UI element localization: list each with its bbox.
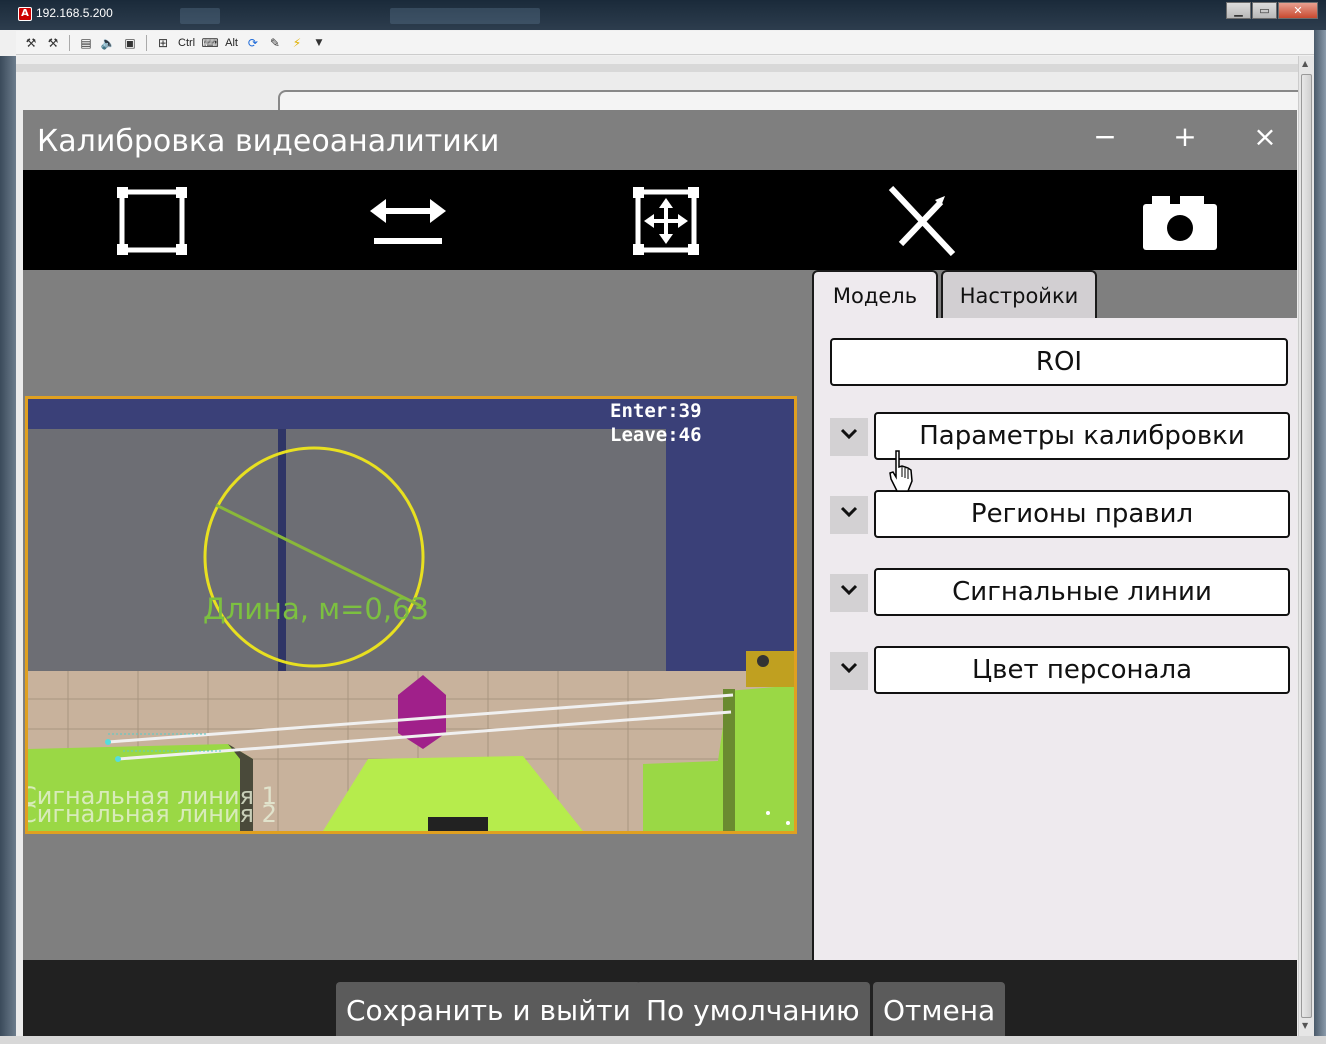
minimize-window-button[interactable]: ▁	[1226, 2, 1251, 19]
hand-cursor-icon	[889, 450, 913, 492]
maximize-window-button[interactable]: ▭	[1252, 2, 1277, 19]
app-icon: A	[18, 7, 32, 21]
scrollbar-thumb[interactable]	[1301, 74, 1312, 1018]
expand-staff-color-button[interactable]	[830, 652, 868, 690]
video-area: Длина, м=0,63 Enter:39 Leave:46 Сигнальн…	[23, 270, 810, 960]
vertical-scrollbar[interactable]: ▲ ▼	[1298, 56, 1314, 1036]
measure-label: Длина, м=0,63	[203, 592, 429, 626]
window-buttons: ▁ ▭ ✕	[1225, 2, 1318, 19]
desktop-background-right	[1314, 30, 1326, 1044]
rectangle-icon	[117, 187, 187, 255]
close-window-button[interactable]: ✕	[1278, 2, 1318, 19]
save-and-exit-button[interactable]: Сохранить и выйти	[336, 982, 641, 1036]
line-tool-button[interactable]	[368, 186, 448, 256]
unplug-icon[interactable]: ⚒	[44, 34, 62, 52]
background-taskbar-item	[180, 8, 220, 24]
move-icon	[633, 187, 699, 255]
calibration-dialog: Калибровка видеоаналитики − + × Длина, м…	[23, 110, 1297, 1036]
chevron-down-icon	[840, 428, 858, 440]
refresh-icon[interactable]: ⟳	[244, 34, 262, 52]
leave-counter: Leave:46	[610, 424, 702, 446]
background-taskbar-item	[390, 8, 540, 24]
staff-color-button[interactable]: Цвет персонала	[874, 646, 1290, 694]
chevron-down-icon	[840, 662, 858, 674]
side-panel: Модель Настройки ROI Параметры калибровк…	[810, 270, 1297, 960]
ctrl-key-button[interactable]: Ctrl	[176, 37, 197, 49]
expand-calibration-button[interactable]	[830, 418, 868, 456]
rule-regions-button[interactable]: Регионы правил	[874, 490, 1290, 538]
rectangle-tool-button[interactable]	[112, 186, 192, 256]
plug-icon[interactable]: ⚒	[22, 34, 40, 52]
lightning-icon[interactable]: ⚡	[288, 34, 306, 52]
expand-rule-regions-button[interactable]	[830, 496, 868, 534]
dialog-close-button[interactable]: ×	[1245, 120, 1285, 153]
document-icon[interactable]: ▤	[77, 34, 95, 52]
cross-delete-icon	[888, 185, 956, 257]
expand-signal-lines-button[interactable]	[830, 574, 868, 612]
chevron-down-icon	[840, 506, 858, 518]
enter-counter: Enter:39	[610, 400, 702, 422]
toolbar-divider	[146, 34, 147, 51]
default-button[interactable]: По умолчанию	[636, 982, 870, 1036]
scroll-up-icon[interactable]: ▲	[1302, 59, 1308, 68]
tab-model[interactable]: Модель	[812, 270, 938, 320]
camera-scene: Длина, м=0,63 Enter:39 Leave:46 Сигнальн…	[28, 399, 794, 831]
remote-window-titlebar: A 192.168.5.200 ▁ ▭ ✕	[0, 0, 1326, 30]
fit-screen-icon[interactable]: ⊞	[154, 34, 172, 52]
snapshot-tool-button[interactable]	[1140, 186, 1220, 256]
monitor-icon[interactable]: ▣	[121, 34, 139, 52]
dialog-maximize-button[interactable]: +	[1165, 120, 1205, 153]
remote-toolbar: ⚒ ⚒ ▤ 🔈 ▣ ⊞ Ctrl ⌨ Alt ⟳ ✎ ⚡ ▼	[16, 31, 1314, 55]
remote-window-title: 192.168.5.200	[36, 6, 113, 20]
pen-icon[interactable]: ✎	[266, 34, 284, 52]
dropdown-arrow-icon[interactable]: ▼	[310, 34, 328, 52]
line-arrows-icon	[370, 199, 446, 244]
roi-button[interactable]: ROI	[830, 338, 1288, 386]
chevron-down-icon	[840, 584, 858, 596]
drawing-toolbar	[23, 170, 1297, 270]
desktop-background-left	[0, 56, 16, 1044]
tab-settings[interactable]: Настройки	[941, 270, 1097, 318]
toolbar-divider	[69, 34, 70, 51]
keyboard-icon[interactable]: ⌨	[201, 34, 219, 52]
alt-key-button[interactable]: Alt	[223, 37, 240, 49]
speaker-icon[interactable]: 🔈	[99, 34, 117, 52]
desktop-bar	[16, 64, 1298, 72]
dialog-minimize-button[interactable]: −	[1085, 120, 1125, 153]
dialog-title: Калибровка видеоаналитики	[37, 124, 500, 159]
cancel-button[interactable]: Отмена	[873, 982, 1006, 1036]
move-tool-button[interactable]	[626, 186, 706, 256]
desktop-bottom-bar	[0, 1036, 1326, 1044]
scroll-down-icon[interactable]: ▼	[1302, 1021, 1308, 1030]
signal-lines-button[interactable]: Сигнальные линии	[874, 568, 1290, 616]
camera-icon	[1143, 196, 1217, 250]
delete-tool-button[interactable]	[883, 185, 963, 257]
dialog-footer: Сохранить и выйти По умолчанию Отмена	[23, 960, 1297, 1036]
calibration-parameters-button[interactable]: Параметры калибровки	[874, 412, 1290, 460]
camera-video-frame[interactable]: Длина, м=0,63 Enter:39 Leave:46 Сигнальн…	[25, 396, 797, 834]
model-tab-content: ROI Параметры калибровки Регионы правил …	[812, 318, 1297, 960]
signal-line-2-label: Сигнальная линия 2	[28, 800, 277, 828]
